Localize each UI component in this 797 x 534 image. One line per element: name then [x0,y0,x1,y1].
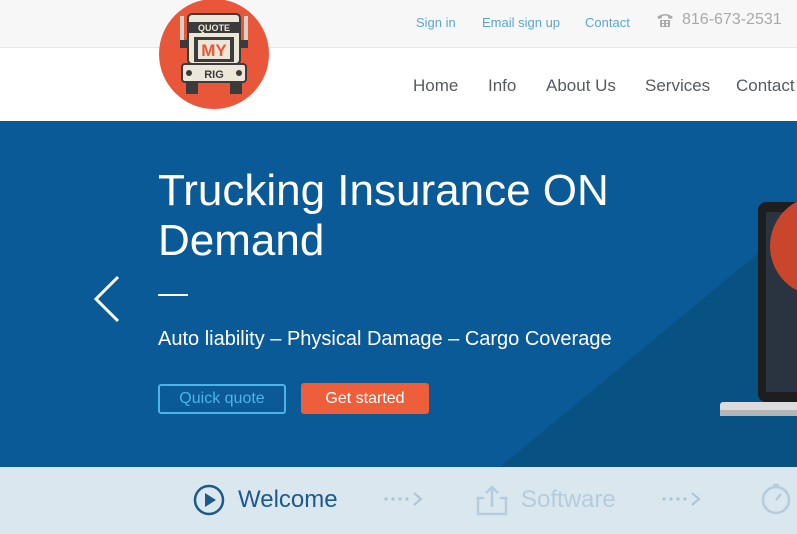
logo-text-rig: RIG [204,69,224,81]
hero-subtitle: Auto liability – Physical Damage – Cargo… [158,328,612,350]
phone-number-text: 816-673-2531 [682,11,782,28]
step-software-label: Software [521,486,616,513]
hero-slider: Trucking Insurance ON Demand Auto liabil… [0,121,797,467]
phone-icon [657,14,673,27]
top-utility-bar: Sign in Email sign up Contact 816-673-25… [0,0,797,48]
nav-info[interactable]: Info [488,76,516,96]
nav-home[interactable]: Home [413,76,458,96]
step-welcome-label: Welcome [238,486,338,513]
step-software[interactable]: Software [475,483,616,517]
hero-title: Trucking Insurance ON Demand [158,166,609,265]
contact-top-link[interactable]: Contact [585,15,630,30]
nav-contact[interactable]: Contact [736,76,795,96]
phone-number[interactable]: 816-673-2531 [656,11,782,29]
step-welcome[interactable]: Welcome [192,483,338,517]
nav-services[interactable]: Services [645,76,710,96]
laptop-illustration [720,201,797,416]
hero-divider [158,294,188,296]
main-nav: Home Info About Us Services Contact [0,49,797,121]
quick-quote-button[interactable]: Quick quote [158,384,286,414]
steps-bar: Welcome Software [0,467,797,534]
email-sign-up-link[interactable]: Email sign up [482,15,560,30]
quote-my-rig-logo[interactable]: QUOTE MY RIG [158,0,270,110]
play-circle-icon [193,484,225,516]
upload-icon [476,485,508,516]
nav-about-us[interactable]: About Us [546,76,616,96]
get-started-button[interactable]: Get started [301,383,429,414]
clock-icon[interactable] [759,482,793,516]
chevron-left-icon[interactable] [90,273,124,325]
logo-text-my: MY [201,41,227,60]
dotted-arrow-icon [662,492,701,506]
dotted-arrow-icon [384,492,423,506]
logo-text-quote: QUOTE [198,23,230,33]
sign-in-link[interactable]: Sign in [416,15,456,30]
